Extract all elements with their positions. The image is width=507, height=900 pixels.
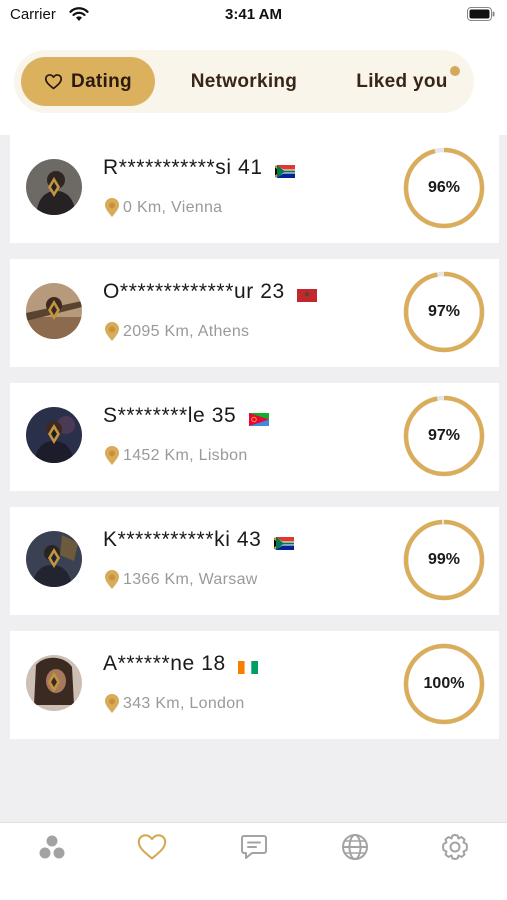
match-percentage: 100% (423, 675, 465, 692)
match-percentage: 96% (427, 179, 461, 196)
notification-dot (450, 66, 460, 76)
tab-dating[interactable]: Dating (21, 57, 155, 106)
tab-dating-nav[interactable] (134, 833, 170, 865)
location-text: 1366 Km, Warsaw (123, 571, 258, 588)
tab-chat[interactable] (236, 833, 272, 865)
location-pin-icon (104, 446, 120, 466)
location-pin-icon (104, 570, 120, 590)
match-location: 2095 Km, Athens (104, 322, 249, 342)
globe-icon (340, 832, 370, 867)
clock: 3:41 AM (225, 6, 282, 23)
tab-networking[interactable]: Networking (176, 57, 312, 106)
match-location: 1452 Km, Lisbon (104, 446, 248, 466)
match-card[interactable]: S********le 35 1452 Km, Lisbon 97% (10, 383, 499, 491)
flag-south-africa-icon (273, 532, 295, 551)
match-percentage: 97% (427, 427, 461, 444)
match-location: 0 Km, Vienna (104, 198, 222, 218)
flag-eritrea-icon (248, 408, 269, 426)
settings-icon (440, 832, 470, 867)
tab-explore[interactable] (337, 833, 373, 865)
heart-icon (136, 832, 168, 866)
flag-morocco-icon (297, 284, 318, 302)
avatar (26, 159, 82, 215)
match-name-text: O*************ur 23 (103, 280, 285, 303)
match-percentage-ring: 97% (402, 394, 486, 478)
avatar (26, 655, 82, 711)
match-location: 343 Km, London (104, 694, 245, 714)
location-pin-icon (104, 198, 120, 218)
match-card[interactable]: A******ne 18 343 Km, London 100% (10, 631, 499, 739)
location-text: 343 Km, London (123, 695, 245, 712)
match-name-text: K***********ki 43 (103, 528, 262, 551)
heart-icon (44, 73, 63, 90)
location-text: 0 Km, Vienna (123, 199, 223, 216)
tab-liked-you[interactable]: Liked you (346, 57, 458, 106)
tab-liked-you-label: Liked you (356, 70, 448, 92)
match-name: A******ne 18 (103, 652, 259, 676)
match-name-text: R***********si 41 (103, 156, 263, 179)
match-location: 1366 Km, Warsaw (104, 570, 258, 590)
tab-networking-label: Networking (190, 70, 298, 92)
match-name: R***********si 41 (103, 156, 296, 180)
location-text: 2095 Km, Athens (123, 323, 250, 340)
match-card[interactable]: O*************ur 23 2095 Km, Athens 97% (10, 259, 499, 367)
avatar (26, 407, 82, 463)
match-percentage-ring: 99% (402, 518, 486, 602)
flag-ivory-coast-icon (238, 656, 259, 674)
community-icon (37, 833, 67, 866)
avatar (26, 531, 82, 587)
match-name-text: A******ne 18 (103, 652, 226, 675)
bottom-tab-bar (0, 822, 507, 900)
match-percentage: 97% (427, 303, 461, 320)
location-pin-icon (104, 322, 120, 342)
tab-dating-label: Dating (71, 70, 132, 92)
header: Dating Networking Liked you (0, 30, 507, 135)
match-name: S********le 35 (103, 404, 269, 428)
match-name: O*************ur 23 (103, 280, 318, 304)
tab-settings[interactable] (437, 833, 473, 865)
match-card[interactable]: K***********ki 43 1366 Km, Warsaw 99% (10, 507, 499, 615)
flag-south-africa-icon (274, 160, 296, 179)
match-percentage-ring: 97% (402, 270, 486, 354)
status-bar: Carrier 3:41 AM (0, 0, 507, 30)
match-name: K***********ki 43 (103, 528, 295, 552)
chat-icon (239, 833, 269, 866)
location-pin-icon (104, 694, 120, 714)
avatar (26, 283, 82, 339)
tab-community[interactable] (34, 833, 70, 865)
location-text: 1452 Km, Lisbon (123, 447, 248, 464)
match-percentage-ring: 96% (402, 146, 486, 230)
battery-icon (467, 7, 495, 26)
match-percentage: 99% (427, 551, 461, 568)
match-card[interactable]: R***********si 41 0 Km, Vienna 96% (10, 135, 499, 243)
segmented-control: Dating Networking Liked you (14, 50, 474, 113)
match-percentage-ring: 100% (402, 642, 486, 726)
match-name-text: S********le 35 (103, 404, 237, 427)
